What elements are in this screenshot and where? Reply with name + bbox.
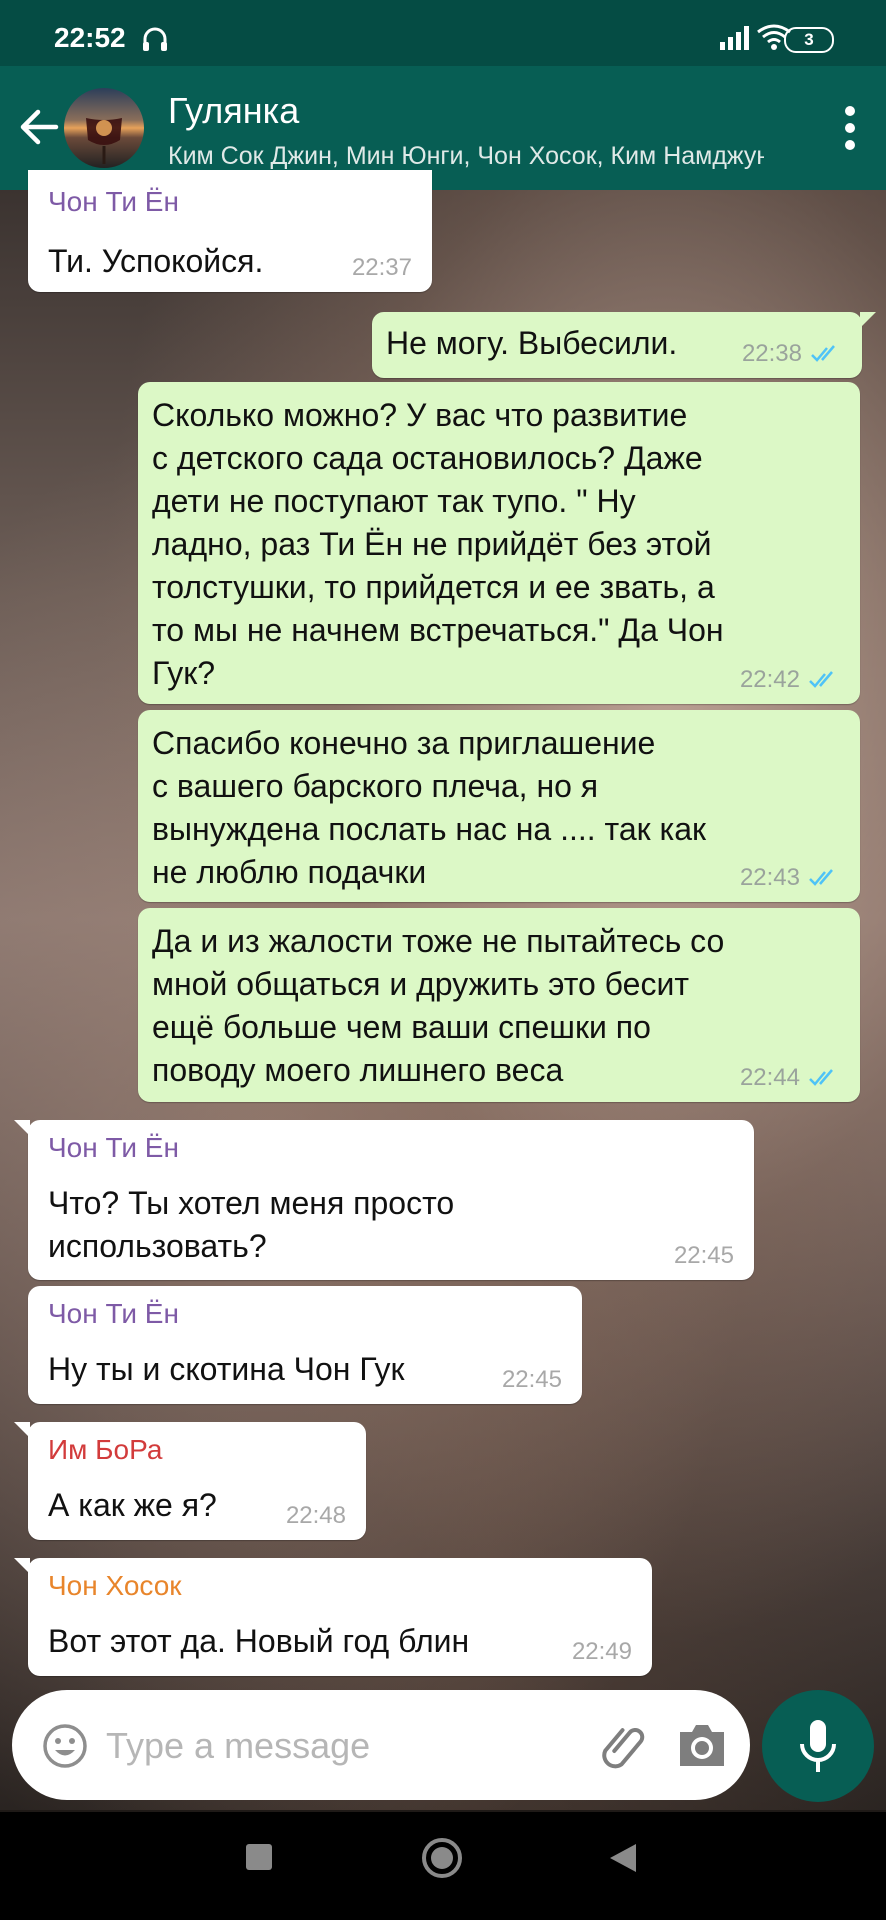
message-time: 22:37 — [351, 254, 412, 281]
double-check-icon — [809, 869, 833, 886]
message-sender: Чон Ти Ён — [48, 1298, 179, 1329]
message-text: Что? Ты хотел меня просто использовать? — [48, 1185, 455, 1264]
chat-participants[interactable]: Ким Сок Джин, Мин Юнги, Чон Хосок, Ким Н… — [168, 142, 764, 171]
status-bar: 22:52 3 — [0, 0, 886, 66]
message-text: Сколько можно? У вас что развитие с детс… — [152, 397, 724, 691]
headset-icon — [143, 27, 167, 51]
message-time: 22:49 — [571, 1638, 632, 1665]
message-sender: Им БоРа — [48, 1434, 163, 1465]
message-text: Спасибо конечно за приглашение с вашего … — [152, 725, 707, 890]
message-outgoing[interactable]: Спасибо конечно за приглашение с вашего … — [138, 710, 860, 902]
mic-icon — [800, 1720, 836, 1772]
message-incoming[interactable]: Им БоРа А как же я? 22:48 — [14, 1422, 366, 1540]
back-icon[interactable] — [606, 1840, 640, 1876]
camera-icon[interactable] — [676, 1720, 728, 1770]
message-time: 22:48 — [285, 1502, 346, 1529]
message-input[interactable] — [104, 1712, 578, 1780]
system-nav-bar — [0, 1812, 886, 1920]
message-text: Да и из жалости тоже не пытайтесь со мно… — [152, 923, 725, 1088]
message-text: Вот этот да. Новый год блин — [48, 1623, 470, 1659]
message-time: 22:43 — [739, 864, 800, 891]
message-text: Ну ты и скотина Чон Гук — [48, 1351, 405, 1387]
message-outgoing[interactable]: Да и из жалости тоже не пытайтесь со мно… — [138, 908, 860, 1102]
message-composer[interactable] — [12, 1690, 750, 1800]
message-sender: Чон Ти Ён — [48, 186, 179, 217]
mic-button[interactable] — [762, 1690, 874, 1802]
message-time: 22:44 — [739, 1064, 800, 1091]
recents-icon[interactable] — [246, 1844, 272, 1870]
double-check-icon — [809, 671, 833, 688]
double-check-icon — [811, 345, 835, 362]
status-time: 22:52 — [54, 22, 126, 53]
message-time: 22:42 — [739, 666, 800, 693]
message-text: А как же я? — [48, 1487, 217, 1523]
message-incoming[interactable]: Чон Ти Ён Ну ты и скотина Чон Гук 22:45 — [28, 1286, 582, 1404]
message-text: Ти. Успокойся. — [48, 243, 264, 279]
message-outgoing[interactable]: Не могу. Выбесили. 22:38 — [372, 312, 876, 378]
more-vert-icon[interactable] — [844, 106, 856, 152]
message-time: 22:38 — [741, 340, 802, 367]
double-check-icon — [809, 1069, 833, 1086]
message-time: 22:45 — [501, 1366, 562, 1393]
wine-glass-image — [86, 118, 122, 164]
message-incoming[interactable]: Чон Ти Ён Что? Ты хотел меня просто испо… — [14, 1120, 754, 1280]
message-time: 22:45 — [673, 1242, 734, 1269]
message-incoming[interactable]: Чон Хосок Вот этот да. Новый год блин 22… — [14, 1558, 652, 1676]
message-text: Не могу. Выбесили. — [386, 325, 678, 361]
emoji-icon[interactable] — [42, 1723, 88, 1769]
home-icon[interactable] — [420, 1836, 464, 1880]
message-sender: Чон Ти Ён — [48, 1132, 179, 1163]
whatsapp-chat-screen: 22:52 3 Гулянка Ким Сок Джин, Мин Юнги, … — [0, 0, 886, 1920]
battery-icon: 3 — [784, 27, 834, 53]
back-arrow-icon[interactable] — [16, 104, 62, 150]
attach-icon[interactable] — [598, 1720, 652, 1774]
group-avatar[interactable] — [64, 88, 144, 168]
chat-title[interactable]: Гулянка — [168, 90, 299, 132]
message-sender: Чон Хосок — [48, 1570, 182, 1601]
message-outgoing[interactable]: Сколько можно? У вас что развитие с детс… — [138, 382, 860, 704]
message-incoming[interactable]: Чон Ти Ён Ти. Успокойся. 22:37 — [28, 170, 432, 292]
